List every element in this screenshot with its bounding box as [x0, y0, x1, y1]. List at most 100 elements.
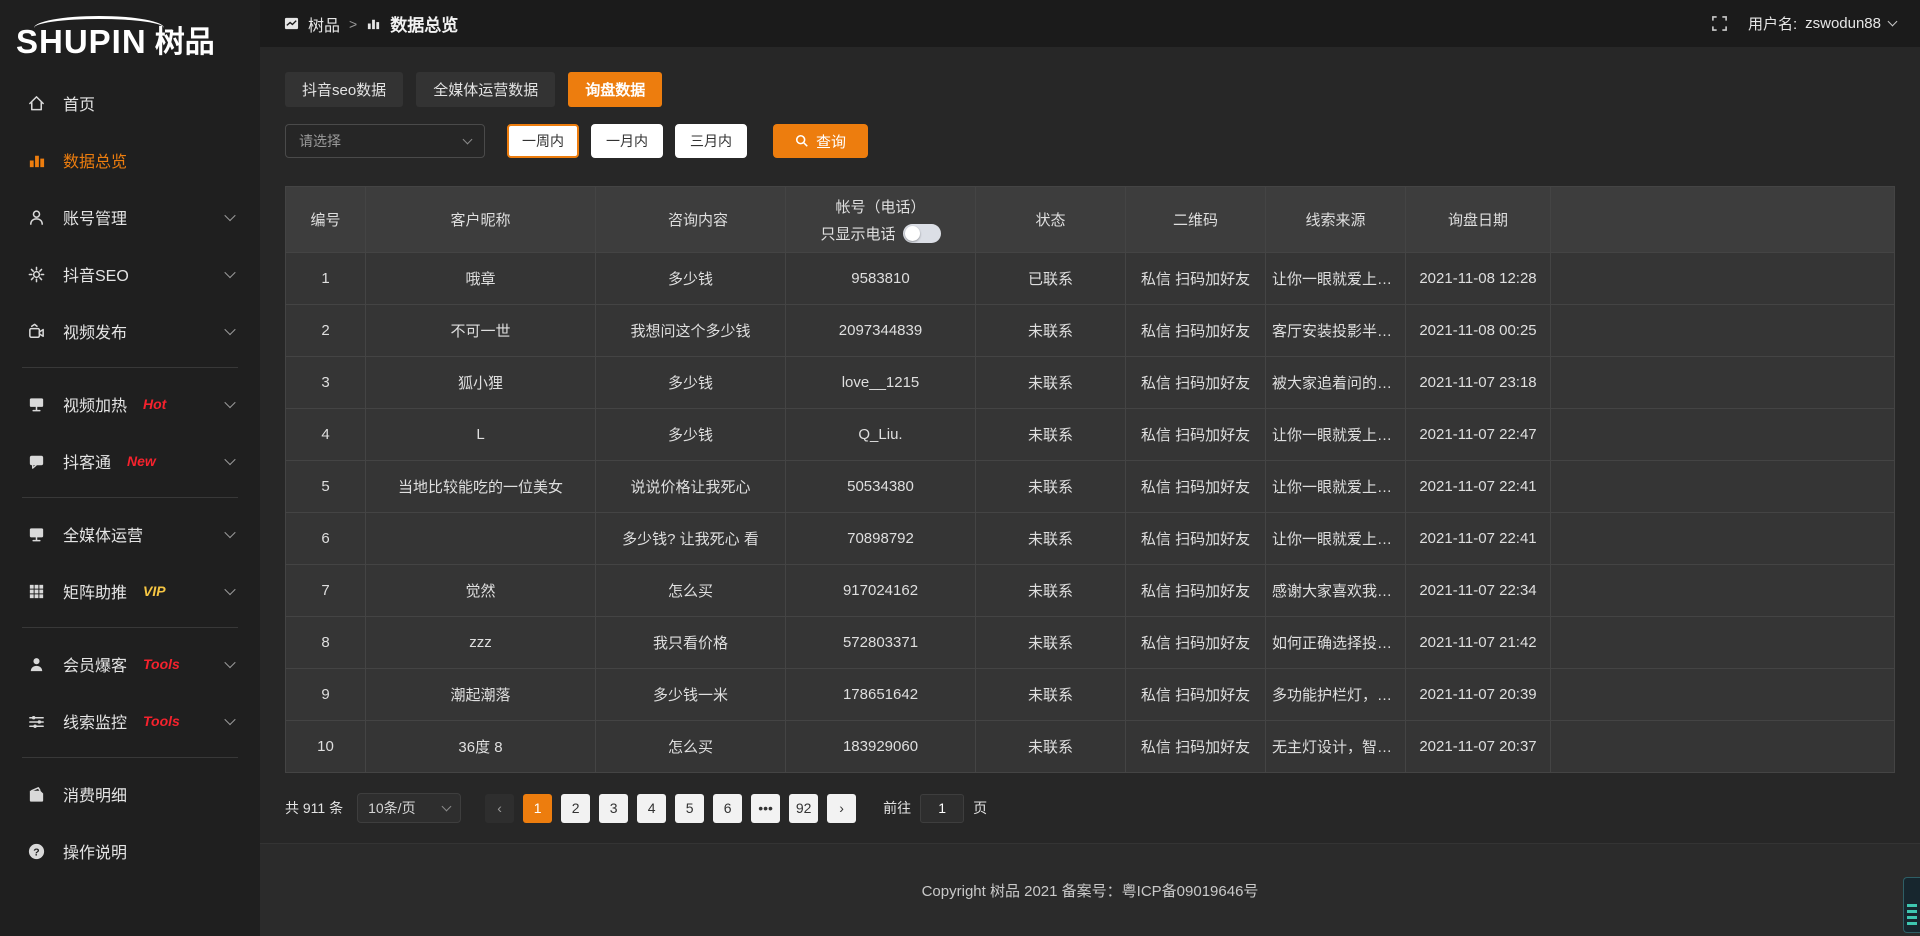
- cell-qr-link[interactable]: 私信 扫码加好友: [1126, 253, 1266, 305]
- sidebar-item-label: 数据总览: [63, 148, 127, 172]
- column-header-nickname: 客户昵称: [366, 187, 596, 253]
- cell-status: 未联系: [976, 617, 1126, 669]
- sidebar-item-instructions[interactable]: ? 操作说明: [14, 830, 246, 872]
- range-week-button[interactable]: 一周内: [507, 124, 579, 158]
- sidebar-divider: [22, 627, 238, 628]
- sidebar-item-account-management[interactable]: 账号管理: [14, 196, 246, 238]
- chevron-down-icon: [224, 324, 235, 335]
- sidebar-item-video-heating[interactable]: 视频加热 Hot: [14, 383, 246, 425]
- cell-date: 2021-11-07 21:42: [1406, 617, 1551, 669]
- fullscreen-icon[interactable]: [1711, 15, 1728, 32]
- floating-widget[interactable]: [1903, 877, 1920, 933]
- cell-qr-link[interactable]: 私信 扫码加好友: [1126, 305, 1266, 357]
- search-button[interactable]: 查询: [773, 124, 868, 158]
- tab-omnimedia-data[interactable]: 全媒体运营数据: [416, 72, 555, 107]
- page-number-button[interactable]: 3: [599, 794, 628, 823]
- page-number-button[interactable]: 6: [713, 794, 742, 823]
- phone-only-toggle[interactable]: [903, 224, 941, 243]
- cell-source-link[interactable]: 无主灯设计，智能磁吸轨道灯...: [1266, 721, 1406, 773]
- goto-page-input[interactable]: [920, 794, 964, 823]
- sidebar-item-label: 抖音SEO: [63, 262, 129, 286]
- range-quarter-button[interactable]: 三月内: [675, 124, 747, 158]
- svg-text:?: ?: [33, 847, 39, 858]
- content-area: 抖音seo数据 全媒体运营数据 询盘数据 请选择 一周内 一月内 三月内 查询: [260, 47, 1920, 843]
- cell-date: 2021-11-07 22:34: [1406, 565, 1551, 617]
- cell-qr-link[interactable]: 私信 扫码加好友: [1126, 513, 1266, 565]
- sidebar-item-consumption-details[interactable]: 消费明细: [14, 773, 246, 815]
- table-row: 5 当地比较能吃的一位美女 说说价格让我死心 50534380 未联系 私信 扫…: [286, 461, 1895, 513]
- cell-status: 未联系: [976, 669, 1126, 721]
- sidebar-item-lead-monitoring[interactable]: 线索监控 Tools: [14, 700, 246, 742]
- cell-empty: [1551, 721, 1895, 773]
- next-page-button[interactable]: ›: [827, 794, 856, 823]
- sidebar-item-video-publish[interactable]: 视频发布: [14, 310, 246, 352]
- page-footer: Copyright 树品 2021 备案号：粤ICP备09019646号: [260, 843, 1920, 936]
- cell-qr-link[interactable]: 私信 扫码加好友: [1126, 721, 1266, 773]
- sidebar-item-member-burst[interactable]: 会员爆客 Tools: [14, 643, 246, 685]
- page-size-select[interactable]: 10条/页: [357, 793, 461, 823]
- cell-content: 多少钱一米: [596, 669, 786, 721]
- cell-id: 9: [286, 669, 366, 721]
- prev-page-button[interactable]: ‹: [485, 794, 514, 823]
- sidebar-divider: [22, 757, 238, 758]
- sidebar-item-douyin-seo[interactable]: 抖音SEO: [14, 253, 246, 295]
- page-number-button[interactable]: 2: [561, 794, 590, 823]
- cell-empty: [1551, 461, 1895, 513]
- page-number-button[interactable]: 92: [789, 794, 818, 823]
- cell-qr-link[interactable]: 私信 扫码加好友: [1126, 409, 1266, 461]
- cell-source-link[interactable]: 让你一眼就爱上的黑科技，能...: [1266, 253, 1406, 305]
- cell-nickname: 不可一世: [366, 305, 596, 357]
- cell-empty: [1551, 409, 1895, 461]
- table-row: 2 不可一世 我想问这个多少钱 2097344839 未联系 私信 扫码加好友 …: [286, 305, 1895, 357]
- user-menu[interactable]: 用户名: zswodun88: [1748, 13, 1896, 34]
- account-column-title: 帐号（电话）: [786, 196, 975, 217]
- page-number-button[interactable]: 4: [637, 794, 666, 823]
- sidebar-item-label: 全媒体运营: [63, 522, 143, 546]
- breadcrumb-chart-icon: [366, 16, 381, 31]
- page-number-button[interactable]: •••: [751, 794, 780, 823]
- cell-empty: [1551, 565, 1895, 617]
- pagination: 共 911 条 10条/页 ‹ 1 2 3 4 5 6: [285, 793, 1895, 823]
- table-row: 6 多少钱? 让我死心 看 70898792 未联系 私信 扫码加好友 让你一眼…: [286, 513, 1895, 565]
- sidebar-item-data-overview[interactable]: 数据总览: [14, 139, 246, 181]
- cell-id: 1: [286, 253, 366, 305]
- sliders-icon: [26, 711, 46, 731]
- cell-qr-link[interactable]: 私信 扫码加好友: [1126, 565, 1266, 617]
- breadcrumb-root[interactable]: 树品: [308, 12, 340, 36]
- filter-select[interactable]: 请选择: [285, 124, 485, 158]
- cell-source-link[interactable]: 如何正确选择投影仪，买投影...: [1266, 617, 1406, 669]
- cell-source-link[interactable]: 被大家追着问的客厅投影分享...: [1266, 357, 1406, 409]
- total-count-label: 共 911 条: [285, 798, 343, 818]
- cell-empty: [1551, 513, 1895, 565]
- cell-source-link[interactable]: 感谢大家喜欢我家，被问了好...: [1266, 565, 1406, 617]
- cell-content: 多少钱: [596, 253, 786, 305]
- cell-source-link[interactable]: 多功能护栏灯，适用于乡村文...: [1266, 669, 1406, 721]
- sidebar-item-matrix-boost[interactable]: 矩阵助推 VIP: [14, 570, 246, 612]
- sidebar-item-home[interactable]: 首页: [14, 82, 246, 124]
- cell-qr-link[interactable]: 私信 扫码加好友: [1126, 461, 1266, 513]
- cell-qr-link[interactable]: 私信 扫码加好友: [1126, 357, 1266, 409]
- breadcrumb: 树品 > 数据总览: [284, 11, 458, 36]
- cell-source-link[interactable]: 让你一眼就爱上的黑科技，能...: [1266, 513, 1406, 565]
- cell-content: 多少钱: [596, 409, 786, 461]
- page-number-button[interactable]: 1: [523, 794, 552, 823]
- page-number-button[interactable]: 5: [675, 794, 704, 823]
- cell-date: 2021-11-07 22:41: [1406, 513, 1551, 565]
- cell-nickname: 哦章: [366, 253, 596, 305]
- sidebar-item-omnimedia-operation[interactable]: 全媒体运营: [14, 513, 246, 555]
- username: zswodun88: [1805, 15, 1881, 32]
- range-month-button[interactable]: 一月内: [591, 124, 663, 158]
- sidebar-item-douketon[interactable]: 抖客通 New: [14, 440, 246, 482]
- heat-monitor-icon: [26, 394, 46, 414]
- cell-source-link[interactable]: 让你一眼就爱上的黑科技，能...: [1266, 461, 1406, 513]
- cell-account: 183929060: [786, 721, 976, 773]
- tab-douyin-seo-data[interactable]: 抖音seo数据: [285, 72, 403, 107]
- tab-inquiry-data[interactable]: 询盘数据: [568, 72, 662, 107]
- cell-source-link[interactable]: 让你一眼就爱上的黑科技，能...: [1266, 409, 1406, 461]
- sidebar: SHUPIN 树品 首页 数据总览 账号管理: [0, 0, 260, 936]
- cell-qr-link[interactable]: 私信 扫码加好友: [1126, 617, 1266, 669]
- chevron-down-icon: [224, 657, 235, 668]
- cell-account: love__1215: [786, 357, 976, 409]
- cell-source-link[interactable]: 客厅安装投影半年多了，真实...: [1266, 305, 1406, 357]
- cell-qr-link[interactable]: 私信 扫码加好友: [1126, 669, 1266, 721]
